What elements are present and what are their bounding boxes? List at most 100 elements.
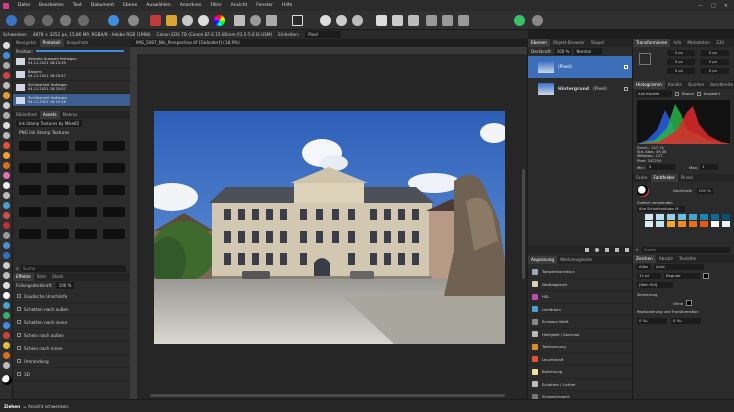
app-logo-icon[interactable] <box>3 2 9 9</box>
brush-preset[interactable] <box>19 207 41 217</box>
layer-visibility-checkbox[interactable] <box>624 87 628 91</box>
document-tab[interactable]: IMG_5007_Nik_Perspective.tif [Geändert] … <box>130 39 527 47</box>
maximize-icon[interactable]: □ <box>711 3 716 9</box>
color-wheel-icon[interactable] <box>214 15 225 26</box>
swatch[interactable] <box>678 213 686 220</box>
font-weight-dropdown[interactable]: Regular <box>664 273 700 280</box>
quick-mask-icon[interactable] <box>320 15 331 26</box>
group-icon[interactable] <box>605 247 609 252</box>
menu-fenster[interactable]: Fenster <box>256 3 273 8</box>
photo-persona-icon[interactable] <box>6 15 17 26</box>
brush-preset[interactable] <box>103 163 125 173</box>
font-size-field[interactable]: 12 pt <box>637 273 661 280</box>
text-color-swatch[interactable] <box>703 273 709 280</box>
liquify-persona-icon[interactable] <box>24 15 35 26</box>
flip-vertical-icon[interactable] <box>442 15 453 26</box>
opacity-field[interactable]: 100 % <box>554 48 572 55</box>
tab-objekt-browser[interactable]: Objekt-Browser <box>550 39 588 47</box>
snapping-icon[interactable] <box>376 15 387 26</box>
grid-icon[interactable] <box>234 15 245 26</box>
tab-bandbreite[interactable]: Bandbreite <box>707 81 734 89</box>
effect-item[interactable]: Schein nach innen <box>13 342 130 355</box>
vertical-scrollbar[interactable] <box>522 169 525 279</box>
account-icon[interactable] <box>532 15 543 26</box>
effect-item[interactable]: Schatten nach außen <box>13 303 130 316</box>
menu-hilfe[interactable]: Hilfe <box>282 3 292 8</box>
transform-y-field[interactable]: 0 px <box>667 59 695 65</box>
blemish-tool-icon[interactable] <box>3 212 10 219</box>
brush-preset[interactable] <box>103 229 125 239</box>
swatch[interactable] <box>645 213 653 220</box>
tab-werkzeugleiste[interactable]: Werkzeugleiste <box>557 256 595 264</box>
brush-tool-icon[interactable] <box>3 162 10 169</box>
horizontal-scrollbar[interactable] <box>150 394 505 397</box>
tab-bibliothek[interactable]: Bibliothek <box>13 111 40 119</box>
tab-makros[interactable]: Makros <box>60 111 81 119</box>
color-swatch-icon[interactable] <box>2 375 12 385</box>
brush-preset[interactable] <box>19 163 41 173</box>
auto-contrast-icon[interactable] <box>166 15 177 26</box>
redeye-tool-icon[interactable] <box>3 222 10 229</box>
adjustment-item[interactable]: HSL <box>528 291 633 304</box>
flip-horizontal-icon[interactable] <box>426 15 437 26</box>
font-family-dropdown[interactable]: Arial <box>654 264 704 271</box>
trash-icon[interactable] <box>625 247 629 252</box>
anchor-grid-icon[interactable] <box>639 53 651 65</box>
tab-pinsel[interactable]: Pinsel <box>678 174 696 182</box>
tab-ebenen[interactable]: Ebenen <box>528 39 550 47</box>
menu-datei[interactable]: Datei <box>18 3 30 8</box>
tab-histogramm[interactable]: Histogramm <box>633 81 665 89</box>
layer-row-selected[interactable]: (Pixel) <box>528 56 632 78</box>
position-slider[interactable] <box>35 50 124 52</box>
tab-stapel[interactable]: Stapel <box>588 39 607 47</box>
select-subtract-icon[interactable] <box>352 15 363 26</box>
menu-ansicht[interactable]: Ansicht <box>231 3 248 8</box>
tab-zeichen[interactable]: Zeichen <box>633 254 656 263</box>
brush-preset[interactable] <box>103 185 125 195</box>
tab-effekte[interactable]: Effekte <box>13 273 34 281</box>
brush-preset[interactable] <box>47 207 69 217</box>
adjustment-item[interactable]: Belichtung <box>528 366 633 379</box>
flood-select-icon[interactable] <box>3 92 10 99</box>
adjustment-item[interactable]: Tontrennung <box>528 341 633 354</box>
effect-item[interactable]: Umrandung <box>13 355 130 368</box>
decoration-color-swatch[interactable] <box>686 300 693 307</box>
brush-preset[interactable] <box>47 185 69 195</box>
swatch[interactable] <box>656 220 664 227</box>
palette-dropdown[interactable]: Aha Scharfkantigen M <box>637 206 685 213</box>
selection-brush-icon[interactable] <box>3 82 10 89</box>
tab-farbfelder[interactable]: Farbfelder <box>650 173 678 182</box>
layer-checkbox[interactable] <box>675 91 679 96</box>
brush-preset[interactable] <box>75 163 97 173</box>
menu-anordnen[interactable]: Anordnen <box>180 3 202 8</box>
minimize-icon[interactable]: — <box>698 3 703 9</box>
history-entry[interactable]: Basismi 04.11.2021 18:23:47 <box>13 68 130 81</box>
tab-stock[interactable]: Stock <box>49 273 67 281</box>
sharpen-tool-icon[interactable] <box>3 252 10 259</box>
swatch[interactable] <box>645 220 653 227</box>
export-persona-icon[interactable] <box>78 15 89 26</box>
document-image[interactable] <box>154 111 505 344</box>
develop-persona-icon[interactable] <box>42 15 53 26</box>
auto-white-balance-icon[interactable] <box>198 15 209 26</box>
layer-visibility-checkbox[interactable] <box>624 65 628 69</box>
tab-navigator[interactable]: Navigator <box>13 39 40 47</box>
selection-checkbox[interactable] <box>696 91 701 96</box>
menu-filter[interactable]: Filter <box>211 3 222 8</box>
move-tool-icon[interactable] <box>3 42 10 49</box>
tab-anpassung[interactable]: Anpassung <box>528 256 558 264</box>
effect-item[interactable]: 3D <box>13 368 130 381</box>
swatch[interactable] <box>700 213 708 220</box>
adjustment-item[interactable]: Schwarz-Weiß <box>528 316 633 329</box>
gear-icon[interactable] <box>128 15 139 26</box>
mask-icon[interactable] <box>250 15 261 26</box>
adjustment-icon[interactable] <box>595 247 599 252</box>
transform-rotation-field[interactable]: 0 px <box>667 68 695 74</box>
tab-snapshots[interactable]: Snapshots <box>64 39 92 47</box>
text-tool-icon[interactable] <box>3 292 10 299</box>
adjustment-item[interactable]: Tonwertkorrektur <box>528 266 633 279</box>
effects-search-input[interactable]: Suche <box>20 265 126 272</box>
brush-preset[interactable] <box>75 207 97 217</box>
char-style-dropdown[interactable]: [Kein Stil] <box>637 282 673 289</box>
clone-tool-icon[interactable] <box>3 192 10 199</box>
